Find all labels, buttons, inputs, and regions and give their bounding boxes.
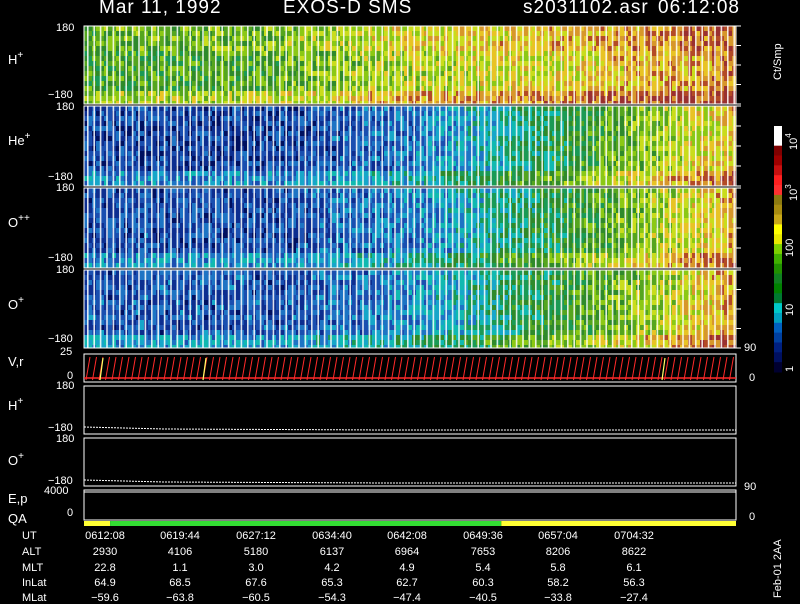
- orbit-cell: 8206: [533, 546, 583, 558]
- orbit-cell: 5180: [231, 546, 281, 558]
- orbit-cell: 56.3: [609, 577, 659, 589]
- tick-o2-max: 180: [56, 182, 74, 194]
- tick-vr-right-min: 0: [749, 372, 755, 384]
- orbit-cell: 5.4: [458, 562, 508, 574]
- orbit-cell: 0627:12: [231, 530, 281, 542]
- orbit-cell: 4.2: [307, 562, 357, 574]
- orbit-row-label: MLat: [22, 592, 46, 604]
- tick-ep-min: 0: [67, 507, 73, 519]
- orbit-cell: 0642:08: [382, 530, 432, 542]
- panel-label-o2: O++: [8, 213, 30, 230]
- tick-vr-max: 25: [60, 346, 72, 358]
- orbit-cell: −33.8: [533, 592, 583, 604]
- orbit-cell: 0657:04: [533, 530, 583, 542]
- panel-label-o: O+: [8, 295, 24, 312]
- tick-vr-right-max: 90: [744, 342, 756, 354]
- orbit-cell: 6.1: [609, 562, 659, 574]
- orbit-cell: 62.7: [382, 577, 432, 589]
- orbit-cell: 65.3: [307, 577, 357, 589]
- orbit-row-label: MLT: [22, 562, 43, 574]
- panel-o2-spectrogram: [84, 188, 741, 268]
- ep-panel: [84, 490, 736, 520]
- panel-label-o-line: O+: [8, 451, 24, 468]
- tick-o-max: 180: [56, 264, 74, 276]
- panel-he-spectrogram: [84, 106, 741, 186]
- orbit-cell: 67.6: [231, 577, 281, 589]
- panel-o-spectrogram: [84, 270, 741, 348]
- tick-oline-max: 180: [56, 433, 74, 445]
- orbit-cell: 0649:36: [458, 530, 508, 542]
- orbit-cell: 6964: [382, 546, 432, 558]
- orbit-cell: −59.6: [80, 592, 130, 604]
- panel-label-h: H+: [8, 50, 23, 67]
- orbit-cell: 3.0: [231, 562, 281, 574]
- tick-h-min: −180: [48, 89, 73, 101]
- orbit-cell: 68.5: [155, 577, 205, 589]
- vr-panel: [84, 354, 736, 382]
- file-name: s2031102.asr: [523, 0, 649, 19]
- orbit-cell: −60.5: [231, 592, 281, 604]
- orbit-cell: 0612:08: [80, 530, 130, 542]
- spectrogram-figure: [0, 0, 800, 600]
- tick-ep-max: 4000: [44, 485, 68, 497]
- panel-label-h-line: H+: [8, 396, 23, 413]
- orbit-cell: 6137: [307, 546, 357, 558]
- panel-label-vr: V,r: [8, 354, 23, 369]
- orbit-cell: 5.8: [533, 562, 583, 574]
- tick-h-max: 180: [56, 22, 74, 34]
- orbit-cell: 58.2: [533, 577, 583, 589]
- orbit-cell: 0704:32: [609, 530, 659, 542]
- tick-hline-max: 180: [56, 380, 74, 392]
- orbit-cell: −54.3: [307, 592, 357, 604]
- colorbar: [774, 126, 782, 373]
- orbit-cell: −40.5: [458, 592, 508, 604]
- orbit-row-label: InLat: [22, 577, 46, 589]
- colorbar-label-1: 1: [784, 366, 796, 372]
- instrument-name: EXOS-D SMS: [283, 0, 412, 19]
- orbit-cell: 0619:44: [155, 530, 205, 542]
- orbit-cell: −63.8: [155, 592, 205, 604]
- orbit-cell: 8622: [609, 546, 659, 558]
- qa-segment: [110, 521, 501, 526]
- orbit-cell: 7653: [458, 546, 508, 558]
- o-line-panel: [84, 438, 736, 486]
- qa-segment: [501, 521, 736, 526]
- orbit-cell: 4106: [155, 546, 205, 558]
- tick-he-max: 180: [56, 101, 74, 113]
- orbit-cell: 0634:40: [307, 530, 357, 542]
- qa-segment: [84, 521, 110, 526]
- orbit-cell: 2930: [80, 546, 130, 558]
- orbit-cell: 22.8: [80, 562, 130, 574]
- header-time: 06:12:08: [658, 0, 740, 19]
- colorbar-label-100: 100: [784, 239, 796, 257]
- h-line-panel: [84, 386, 736, 434]
- tick-o-min: −180: [48, 333, 73, 345]
- panel-label-qa: QA: [8, 511, 27, 526]
- tick-ep-right-max: 90: [744, 481, 756, 493]
- orbit-cell: 64.9: [80, 577, 130, 589]
- tick-ep-right-min: 0: [749, 511, 755, 523]
- panel-h-spectrogram: [84, 26, 741, 104]
- colorbar-label-10000: 104: [784, 133, 800, 150]
- plot-date: Mar 11, 1992: [99, 0, 222, 19]
- colorbar-label-1000: 103: [784, 184, 800, 201]
- side-note: Feb-01 2AA: [772, 539, 784, 598]
- orbit-row-label: ALT: [22, 546, 41, 558]
- colorbar-label-10: 10: [784, 304, 796, 316]
- orbit-cell: −27.4: [609, 592, 659, 604]
- orbit-row-label: UT: [22, 530, 37, 542]
- orbit-cell: 4.9: [382, 562, 432, 574]
- orbit-cell: 60.3: [458, 577, 508, 589]
- colorbar-unit: Ct/Smp: [772, 43, 784, 80]
- panel-label-he: He+: [8, 131, 30, 148]
- tick-o2-min: −180: [48, 252, 73, 264]
- panel-label-ep: E,p: [8, 491, 28, 506]
- orbit-cell: 1.1: [155, 562, 205, 574]
- orbit-cell: −47.4: [382, 592, 432, 604]
